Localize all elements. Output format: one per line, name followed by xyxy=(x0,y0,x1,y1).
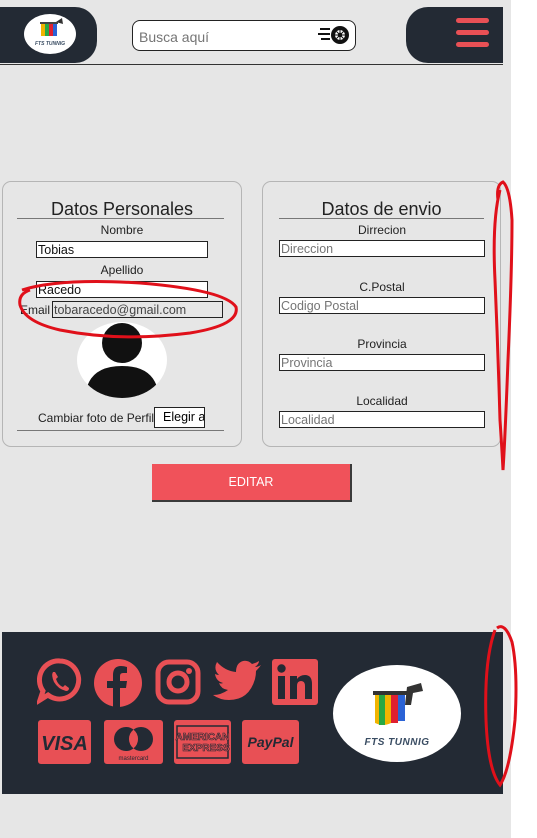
linkedin-icon[interactable] xyxy=(272,659,318,705)
instagram-icon[interactable] xyxy=(155,659,201,705)
brand-logo[interactable]: FTS TUNNIG xyxy=(24,14,76,54)
amex-line1-text: AMERICAN xyxy=(176,732,230,743)
name-field[interactable] xyxy=(36,241,208,258)
facebook-icon[interactable] xyxy=(93,658,143,708)
change-photo-label: Cambiar foto de Perfil xyxy=(38,411,155,425)
province-label: Provincia xyxy=(357,337,407,351)
locality-field[interactable] xyxy=(279,411,485,428)
mastercard-icon: mastercard xyxy=(104,720,163,764)
shipping-title-rule xyxy=(279,218,484,219)
edit-button[interactable]: EDITAR xyxy=(152,464,352,502)
footer-brand-name: FTS TUNNIG xyxy=(364,737,430,748)
american-express-icon: AMERICAN EXPRESS xyxy=(174,720,231,764)
page-margin xyxy=(511,0,537,838)
name-label: Nombre xyxy=(100,223,144,237)
surname-field[interactable] xyxy=(36,281,208,298)
search-input[interactable] xyxy=(137,26,316,48)
user-silhouette-icon xyxy=(85,323,159,398)
paypal-icon: PayPal xyxy=(242,720,299,764)
profile-avatar xyxy=(77,322,167,398)
address-field[interactable] xyxy=(279,240,485,257)
postal-code-field[interactable] xyxy=(279,297,485,314)
choose-file-button[interactable]: Elegir a xyxy=(154,407,205,428)
header-divider xyxy=(0,64,503,65)
whatsapp-icon[interactable] xyxy=(37,657,83,705)
visa-text: VISA xyxy=(41,733,88,755)
mastercard-text: mastercard xyxy=(118,756,148,762)
address-label: Dirrecion xyxy=(357,223,406,237)
spray-gun-logo-icon xyxy=(373,683,423,725)
brand-logo-icon: FTS TUNNIG xyxy=(35,18,65,47)
personal-data-title: Datos Personales xyxy=(50,199,194,219)
surname-label: Apellido xyxy=(100,263,144,277)
turbo-search-icon[interactable] xyxy=(318,24,352,46)
personal-bottom-rule xyxy=(17,430,224,431)
province-field[interactable] xyxy=(279,354,485,371)
email-label: Email xyxy=(20,303,51,317)
hamburger-menu-icon[interactable] xyxy=(456,18,489,48)
shipping-data-title: Datos de envio xyxy=(321,199,442,219)
svg-text:FTS TUNNIG: FTS TUNNIG xyxy=(35,41,65,47)
postal-code-label: C.Postal xyxy=(359,280,405,294)
paypal-text: PayPal xyxy=(248,734,295,750)
twitter-icon[interactable] xyxy=(212,660,262,702)
visa-icon: VISA xyxy=(38,720,91,764)
personal-title-rule xyxy=(17,218,224,219)
amex-line2-text: EXPRESS xyxy=(182,743,230,754)
email-field[interactable] xyxy=(52,301,223,318)
locality-label: Localidad xyxy=(356,394,408,408)
